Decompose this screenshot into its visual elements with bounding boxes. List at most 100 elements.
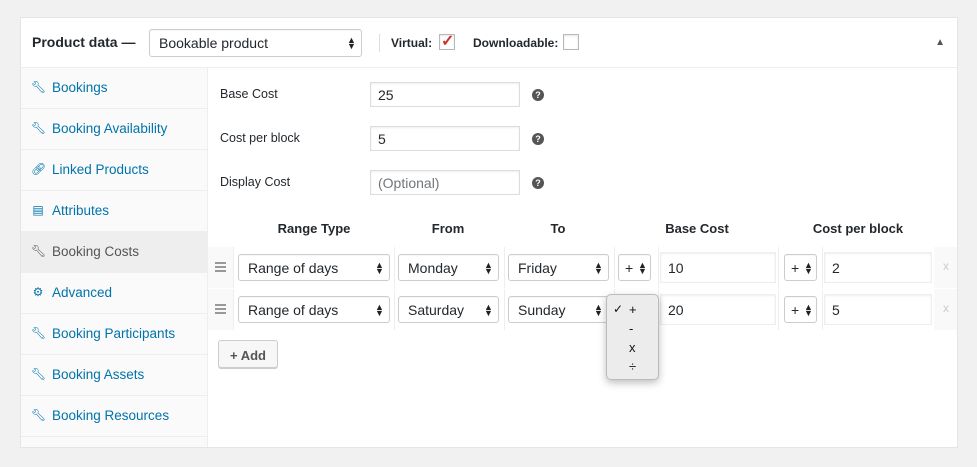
operator-value: + xyxy=(625,259,634,276)
wrench-icon: 🔧︎ xyxy=(31,408,47,422)
operator-option-multiply[interactable]: x xyxy=(607,338,660,356)
row-block-cost-value: 5 xyxy=(832,301,840,318)
help-icon[interactable]: ? xyxy=(532,177,544,189)
from-value: Monday xyxy=(408,259,458,276)
table-row: Range of days ▲ ▼ Saturday ▲ ▼ Sunday ▲ ▼ 2… xyxy=(208,289,957,330)
tab-linked-products[interactable]: 🔗︎ Linked Products xyxy=(21,150,208,191)
virtual-checkbox[interactable]: ✓ xyxy=(439,33,455,50)
tab-booking-costs[interactable]: 🔧︎ Booking Costs xyxy=(21,232,208,273)
range-type-value: Range of days xyxy=(248,259,339,276)
checkmark-icon: ✓ xyxy=(441,33,455,50)
option-label: - xyxy=(629,321,634,336)
tab-attributes[interactable]: ▤ Attributes xyxy=(21,191,208,232)
base-cost-operator-select[interactable]: + ▲ ▼ xyxy=(618,254,651,281)
row-block-cost-value: 2 xyxy=(832,259,840,276)
select-arrows-icon: ▲ ▼ xyxy=(484,301,493,318)
block-cost-operator-select[interactable]: + ▲ ▼ xyxy=(784,254,817,281)
virtual-label: Virtual: xyxy=(391,36,433,50)
help-icon[interactable]: ? xyxy=(532,133,544,145)
add-range-button-label: + Add xyxy=(230,348,266,363)
tab-label: Booking Resources xyxy=(52,408,170,423)
remove-row-button[interactable]: x xyxy=(943,301,949,315)
help-icon[interactable]: ? xyxy=(532,89,544,101)
column-header-base-cost: Base Cost xyxy=(665,221,729,236)
tab-label: Attributes xyxy=(52,203,110,218)
cost-per-block-input[interactable]: 5 xyxy=(370,126,520,151)
block-cost-operator-select[interactable]: + ▲ ▼ xyxy=(784,296,817,323)
column-header-range-type: Range Type xyxy=(277,221,351,236)
select-arrows-icon: ▲ ▼ xyxy=(484,259,493,276)
product-data-tabs: 🔧︎ Bookings 🔧︎ Booking Availability 🔗︎ L… xyxy=(21,68,208,447)
option-label: ÷ xyxy=(629,359,637,374)
operator-value: + xyxy=(791,301,800,318)
product-type-select[interactable]: Bookable product ▲ ▼ xyxy=(149,29,362,57)
operator-option-plus[interactable]: ✓ + xyxy=(607,300,660,318)
tab-label: Booking Costs xyxy=(52,244,140,259)
remove-row-button[interactable]: x xyxy=(943,259,949,273)
divider xyxy=(379,34,380,52)
tab-advanced[interactable]: ⚙︎ Advanced xyxy=(21,273,208,314)
range-type-select[interactable]: Range of days ▲ ▼ xyxy=(238,254,390,281)
drag-handle-icon[interactable] xyxy=(215,262,226,274)
tab-label: Booking Availability xyxy=(52,121,168,136)
panel-header: Product data — Bookable product ▲ ▼ Virtu… xyxy=(21,18,957,68)
wrench-icon: 🔧︎ xyxy=(31,80,47,94)
from-select[interactable]: Monday ▲ ▼ xyxy=(398,254,499,281)
wrench-icon: 🔧︎ xyxy=(31,244,47,258)
tab-booking-assets[interactable]: 🔧︎ Booking Assets xyxy=(21,355,208,396)
select-arrows-icon: ▲ ▼ xyxy=(347,35,356,51)
tab-label: Advanced xyxy=(52,285,113,300)
add-range-button[interactable]: + Add xyxy=(218,340,278,368)
list-icon: ▤ xyxy=(32,203,44,217)
select-arrows-icon: ▲ ▼ xyxy=(638,259,647,276)
display-cost-input[interactable]: (Optional) xyxy=(370,170,520,195)
downloadable-label: Downloadable: xyxy=(473,36,559,50)
row-base-cost-input[interactable]: 10 xyxy=(660,252,776,283)
operator-value: + xyxy=(791,259,800,276)
to-select[interactable]: Sunday ▲ ▼ xyxy=(508,296,609,323)
select-arrows-icon: ▲ ▼ xyxy=(804,259,813,276)
tab-booking-participants[interactable]: 🔧︎ Booking Participants xyxy=(21,314,208,355)
range-type-select[interactable]: Range of days ▲ ▼ xyxy=(238,296,390,323)
tab-bookings[interactable]: 🔧︎ Bookings xyxy=(21,68,208,109)
select-arrows-icon: ▲ ▼ xyxy=(594,259,603,276)
drag-handle-icon[interactable] xyxy=(215,304,226,316)
wrench-icon: 🔧︎ xyxy=(31,326,47,340)
operator-option-minus[interactable]: - xyxy=(607,319,660,337)
row-base-cost-value: 10 xyxy=(668,259,684,276)
row-base-cost-input[interactable]: 20 xyxy=(660,294,776,325)
operator-dropdown-menu: ✓ + - x ÷ xyxy=(606,294,659,380)
base-cost-value: 25 xyxy=(378,86,394,103)
table-row: Range of days ▲ ▼ Monday ▲ ▼ Friday ▲ ▼ + ▲… xyxy=(208,247,957,288)
from-value: Saturday xyxy=(408,301,465,318)
tab-label: Bookings xyxy=(52,80,108,95)
cost-per-block-label: Cost per block xyxy=(220,131,300,145)
wrench-icon: 🔧︎ xyxy=(31,367,47,381)
option-label: + xyxy=(629,302,637,317)
to-value: Sunday xyxy=(518,301,566,318)
select-arrows-icon: ▲ ▼ xyxy=(375,301,384,318)
to-select[interactable]: Friday ▲ ▼ xyxy=(508,254,609,281)
operator-option-divide[interactable]: ÷ xyxy=(607,357,660,375)
checkmark-icon: ✓ xyxy=(613,302,624,316)
downloadable-checkbox[interactable] xyxy=(563,34,579,50)
base-cost-label: Base Cost xyxy=(220,87,278,101)
display-cost-placeholder: (Optional) xyxy=(378,174,440,191)
cost-per-block-value: 5 xyxy=(378,130,386,147)
column-header-from: From xyxy=(431,221,465,236)
gear-icon: ⚙︎ xyxy=(32,285,44,299)
tab-booking-availability[interactable]: 🔧︎ Booking Availability xyxy=(21,109,208,150)
base-cost-input[interactable]: 25 xyxy=(370,82,520,107)
option-label: x xyxy=(629,340,636,355)
wrench-icon: 🔧︎ xyxy=(31,121,47,135)
from-select[interactable]: Saturday ▲ ▼ xyxy=(398,296,499,323)
column-header-cost-per-block: Cost per block xyxy=(812,221,904,236)
display-cost-label: Display Cost xyxy=(220,175,291,189)
row-block-cost-input[interactable]: 5 xyxy=(824,294,932,325)
triangle-up-icon[interactable]: ▲ xyxy=(935,37,945,48)
tab-booking-resources[interactable]: 🔧︎ Booking Resources xyxy=(21,396,208,437)
select-arrows-icon: ▲ ▼ xyxy=(594,301,603,318)
product-type-value: Bookable product xyxy=(159,35,268,51)
range-type-value: Range of days xyxy=(248,301,339,318)
row-block-cost-input[interactable]: 2 xyxy=(824,252,932,283)
